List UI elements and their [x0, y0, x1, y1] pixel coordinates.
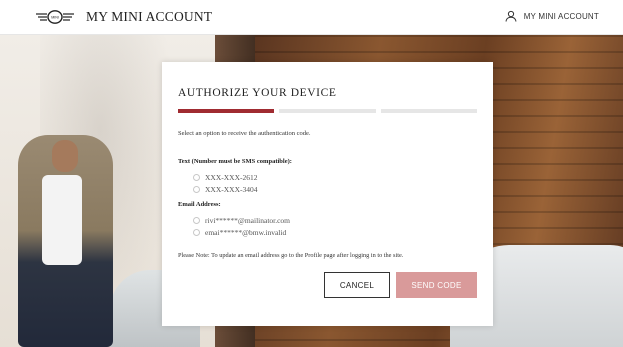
email-section-label: Email Address:: [178, 201, 221, 208]
progress-step-3: [380, 109, 477, 113]
progress-step-2: [279, 109, 376, 113]
radio-button[interactable]: [193, 174, 200, 181]
radio-button[interactable]: [193, 217, 200, 224]
email-option-1[interactable]: rivi******@mailinator.com: [193, 216, 290, 225]
option-label: XXX-XXX-3404: [205, 185, 258, 194]
account-link[interactable]: MY MINI ACCOUNT: [505, 10, 599, 22]
sms-option-1[interactable]: XXX-XXX-2612: [193, 173, 258, 182]
site-header: MINI MY MINI ACCOUNT MY MINI ACCOUNT: [0, 0, 623, 35]
email-option-2[interactable]: emai******@bmw.invalid: [193, 228, 286, 237]
option-label: rivi******@mailinator.com: [205, 216, 291, 225]
radio-button[interactable]: [193, 186, 200, 193]
cancel-button[interactable]: CANCEL: [324, 272, 390, 298]
sms-option-2[interactable]: XXX-XXX-3404: [193, 185, 258, 194]
option-label: emai******@bmw.invalid: [205, 228, 287, 237]
progress-step-1: [178, 109, 275, 113]
instruction-text: Select an option to receive the authenti…: [178, 130, 311, 137]
send-code-button[interactable]: SEND CODE: [396, 272, 477, 298]
svg-text:MINI: MINI: [51, 16, 59, 20]
user-icon: [505, 10, 517, 22]
authorize-device-modal: AUTHORIZE YOUR DEVICE Select an option t…: [162, 62, 493, 326]
text-section-label: Text (Number must be SMS compatible):: [178, 158, 292, 165]
progress-steps: [178, 109, 477, 113]
brand-title: MY MINI ACCOUNT: [86, 9, 213, 24]
modal-title: AUTHORIZE YOUR DEVICE: [178, 87, 337, 99]
radio-button[interactable]: [193, 229, 200, 236]
profile-note: Please Note: To update an email address …: [178, 252, 404, 259]
mini-logo-icon[interactable]: MINI: [36, 9, 74, 25]
option-label: XXX-XXX-2612: [205, 173, 258, 182]
account-label: MY MINI ACCOUNT: [523, 11, 599, 21]
